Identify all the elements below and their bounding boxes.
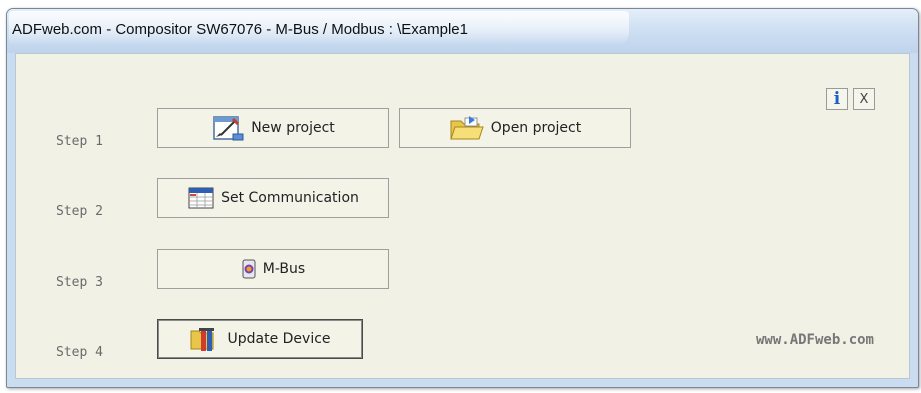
website-link[interactable]: www.ADFweb.com [756,332,874,348]
info-button[interactable]: i [826,88,848,110]
step-4-label: Step 4 [56,345,103,360]
client-area: i X Step 1 New project Open project Step… [15,53,910,379]
mbus-device-icon [241,258,257,280]
title-bar[interactable]: ADFweb.com - Compositor SW67076 - M-Bus … [7,9,918,53]
new-project-label: New project [251,120,335,136]
update-device-icon [189,325,221,353]
window-title: ADFweb.com - Compositor SW67076 - M-Bus … [12,21,468,38]
new-project-button[interactable]: New project [157,108,389,148]
main-window: ADFweb.com - Compositor SW67076 - M-Bus … [6,8,919,388]
info-icon: i [833,88,841,109]
folder-open-icon [449,114,485,142]
set-communication-label: Set Communication [221,190,359,206]
close-icon: X [859,91,869,107]
open-project-label: Open project [490,120,582,136]
set-communication-button[interactable]: Set Communication [157,178,389,218]
open-project-button[interactable]: Open project [399,108,631,148]
close-button[interactable]: X [853,88,875,110]
communication-table-icon [187,184,215,212]
update-device-button[interactable]: Update Device [157,319,363,359]
update-device-label: Update Device [227,331,331,347]
step-3-label: Step 3 [56,275,103,290]
new-project-icon [211,114,245,142]
mbus-button[interactable]: M-Bus [157,249,389,289]
step-1-label: Step 1 [56,134,103,149]
mbus-label: M-Bus [262,261,306,277]
step-2-label: Step 2 [56,204,103,219]
